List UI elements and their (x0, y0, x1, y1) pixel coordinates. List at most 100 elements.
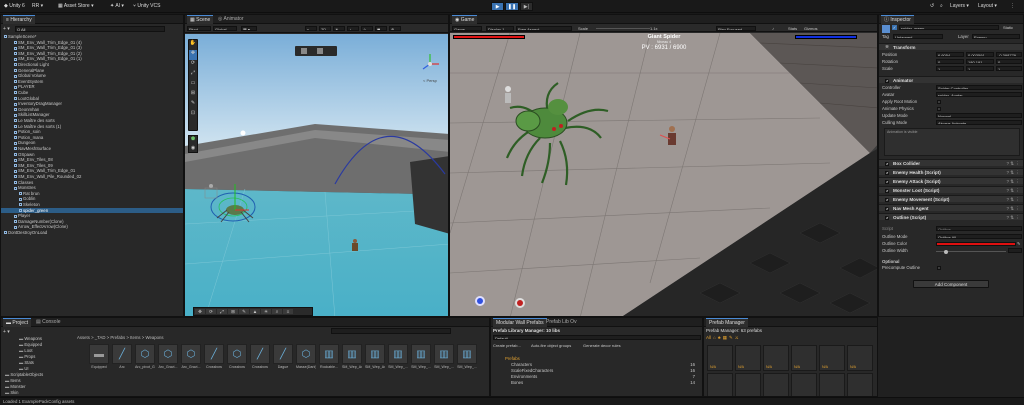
component-enable-checkbox[interactable]: ✓ (885, 215, 889, 220)
component-header[interactable]: ✓ Monster Loot (Script)? ⇅ ⋮ (879, 186, 1023, 193)
hierarchy-row[interactable]: DamageNumber(Clone) (1, 219, 183, 224)
asset-tile[interactable]: ▥ SM_Wep_... (411, 344, 431, 369)
persp-label[interactable]: < Persp (423, 78, 438, 83)
overlay-light-icon[interactable]: ☀ (261, 309, 271, 314)
play-focused-dropdown[interactable]: Play Focused (716, 25, 756, 31)
outline-color-swatch[interactable] (936, 242, 1016, 246)
static-toggle[interactable]: Static (1003, 25, 1013, 30)
component-enable-checkbox[interactable]: ✓ (885, 188, 889, 193)
avatar-field[interactable]: spider_Avatar (936, 92, 1022, 97)
gizmos-toggle[interactable]: Gizmos (804, 26, 818, 31)
hierarchy-row[interactable]: SampleScene* (1, 34, 183, 39)
filter-wall-icon[interactable]: ▦ (723, 335, 727, 343)
pause-button[interactable]: ❚❚ (505, 2, 519, 11)
prefab-cell[interactable] (707, 373, 733, 396)
outline-width-value[interactable] (1008, 248, 1022, 253)
tab-inspector[interactable]: ⓘ Inspector (881, 15, 914, 24)
scale-z[interactable]: 1 (996, 66, 1022, 71)
animate-physics-checkbox[interactable] (937, 107, 941, 111)
prefab-cell[interactable] (791, 373, 817, 396)
history-icon[interactable]: ↺ (930, 3, 934, 10)
tab-game[interactable]: ◉ Game (452, 15, 478, 24)
overlay-move-icon[interactable]: ✥ (195, 309, 205, 314)
overlay-layers-icon[interactable]: ≡ (283, 309, 293, 314)
asset-tile[interactable]: ▥ Rockable... (319, 344, 339, 369)
hierarchy-row[interactable]: Dungeon (1, 140, 183, 145)
stats-button[interactable]: Stats (788, 26, 797, 31)
hand-tool-icon[interactable]: ✋ (189, 40, 197, 50)
ai-button[interactable]: ✦ AI ▾ (110, 3, 124, 10)
position-y[interactable]: 0.003591 (966, 52, 994, 57)
hierarchy-row[interactable]: Le Maître des sorts (1, 118, 183, 123)
asset-tile[interactable]: ╱ Dague (273, 344, 293, 369)
hierarchy-row[interactable]: SkillListManager (1, 112, 183, 117)
hierarchy-row[interactable]: Classes (1, 180, 183, 185)
filter-all[interactable]: All (706, 335, 711, 343)
tab-console[interactable]: ▤ Console (33, 318, 63, 327)
filter-tree-icon[interactable]: ♣ (718, 335, 721, 343)
asset-tile[interactable]: ⬡ Crossbow (227, 344, 247, 369)
transform-header[interactable]: ⤧ Transform (879, 43, 1023, 50)
hierarchy-row[interactable]: Monstres (1, 185, 183, 190)
gizmos-button[interactable]: ⊕ (389, 26, 401, 31)
project-tree-item[interactable]: ▬ Loot (19, 348, 33, 353)
hierarchy-row[interactable]: EventSystem (1, 79, 183, 84)
prefab-cell[interactable] (847, 373, 873, 396)
component-enable-checkbox[interactable]: ✓ (885, 161, 889, 166)
light-gizmo-icon[interactable] (240, 130, 246, 136)
hierarchy-row[interactable]: SM_Env_Wall_Trim_Edge_01 (4) (1, 40, 183, 45)
component-header[interactable]: ✓ Box Collider? ⇅ ⋮ (879, 159, 1023, 166)
hierarchy-row[interactable]: Global Volume (1, 73, 183, 78)
library-tree-item[interactable]: ScaleFixedCharacters 16 (511, 368, 695, 373)
component-enable-checkbox[interactable]: ✓ (885, 197, 889, 202)
skeleton-enemy[interactable] (505, 86, 511, 103)
component-enable-checkbox[interactable]: ✓ (885, 170, 889, 175)
rotation-x[interactable]: 0 (936, 59, 964, 64)
asset-tile[interactable]: ▥SM_Wep_Ax... (342, 344, 362, 369)
outline-width-knob[interactable] (943, 249, 948, 254)
asset-tile[interactable]: ╱ Arc (112, 344, 132, 369)
project-tree-item[interactable]: ▬ Equipped (19, 342, 42, 347)
asset-tile[interactable]: ▥ SM_Wep_... (457, 344, 477, 369)
asset-tile[interactable]: ⬡Masse(Dark)... (296, 344, 316, 369)
hierarchy-row[interactable]: Geonmhan (1, 107, 183, 112)
update-mode-dropdown[interactable]: Normal (936, 113, 1022, 118)
grid-snap-button[interactable]: ▦ ▾ (241, 26, 257, 31)
outline-width-slider[interactable] (936, 249, 1006, 254)
grid-tool-icon[interactable]: ⊡ (189, 110, 197, 120)
asset-tile[interactable]: ▥SM_Wep_Ax... (365, 344, 385, 369)
precompute-checkbox[interactable] (937, 266, 941, 270)
component-menu-icon[interactable]: ? ⇅ ⋮ (1006, 187, 1020, 194)
hierarchy-row[interactable]: NavMeshSurface (1, 146, 183, 151)
filter-sword-icon[interactable]: ⚔ (735, 335, 739, 343)
overlay-snap-icon[interactable]: ⊞ (228, 309, 238, 314)
tab-hierarchy[interactable]: ≡ Hierarchy (3, 15, 35, 24)
tag-dropdown[interactable]: Untagged (893, 34, 943, 39)
project-tree-item[interactable]: ▬ Items (5, 378, 21, 383)
project-add-button[interactable]: + ▾ (3, 329, 10, 335)
hierarchy-row[interactable]: SM_Env_Tiles_09 (1, 163, 183, 168)
scale-slider[interactable] (596, 28, 650, 29)
rotate-tool-icon[interactable]: ⟳ (189, 60, 197, 70)
project-tree-item[interactable]: ▬ ScriptableObjects (5, 372, 43, 377)
component-menu-icon[interactable]: ? ⇅ ⋮ (1006, 196, 1020, 203)
project-tree-item[interactable]: ▬ Stats (19, 360, 34, 365)
hierarchy-row[interactable]: Rat brun (1, 191, 183, 196)
camera-button[interactable]: ◼ (375, 26, 387, 31)
step-button[interactable]: ▶| (519, 2, 533, 11)
component-menu-icon[interactable]: ? ⇅ ⋮ (1006, 205, 1020, 212)
scale-x[interactable]: 1 (936, 66, 964, 71)
prefab-cell[interactable] (735, 373, 761, 396)
scale-y[interactable]: 1 (966, 66, 994, 71)
project-tree-item[interactable]: ▬ UI (19, 366, 29, 371)
mute-icon[interactable]: ♪ (772, 26, 774, 31)
scene-viewport[interactable]: < Persp (185, 34, 449, 317)
move-tool-icon[interactable]: ✥ (189, 50, 197, 60)
asset-store-button[interactable]: ▦ Asset Store ▾ (58, 3, 94, 10)
hierarchy-row[interactable]: InventoryDragManager (1, 101, 183, 106)
add-component-button[interactable]: Add Component (913, 280, 989, 288)
display-dropdown[interactable]: Display 1 (486, 25, 514, 31)
hierarchy-row[interactable]: SM_Env_Wall_Trim_Edge_01 (3) (1, 45, 183, 50)
project-tree-item[interactable]: ▬ Monster (5, 384, 26, 389)
component-header[interactable]: ✓ Enemy Health (Script)? ⇅ ⋮ (879, 168, 1023, 175)
